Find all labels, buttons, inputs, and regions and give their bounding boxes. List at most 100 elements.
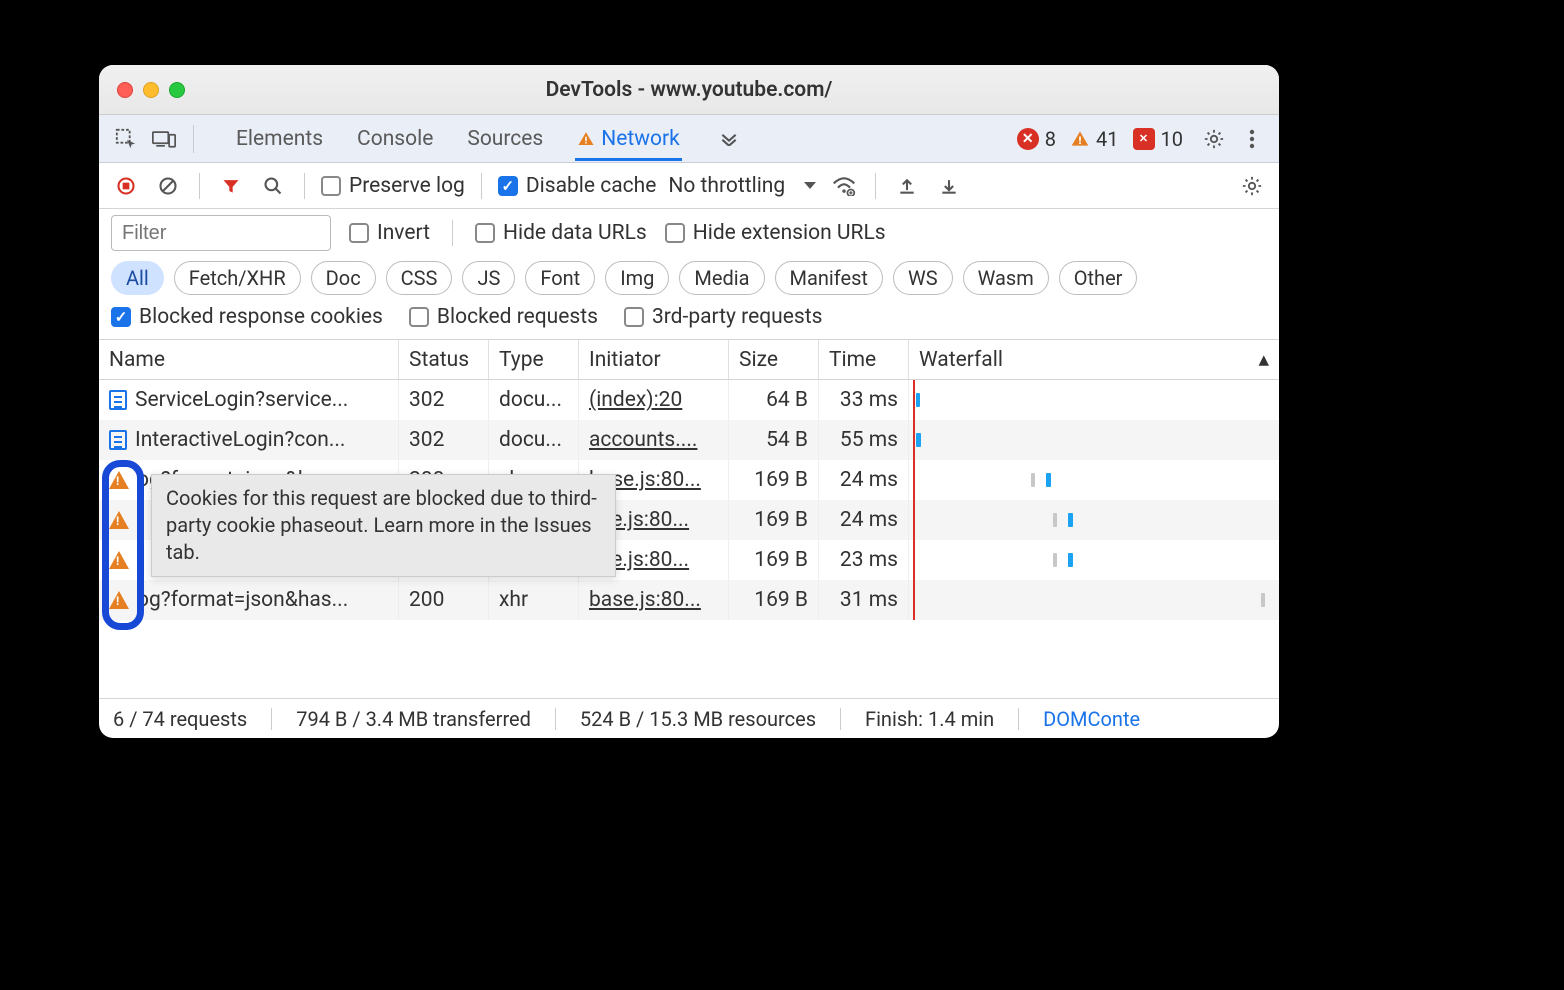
col-status[interactable]: Status <box>399 340 489 379</box>
chip-ws[interactable]: WS <box>893 261 953 295</box>
waterfall-load-line <box>913 580 915 620</box>
warning-triangle-icon <box>109 471 129 489</box>
divider <box>199 173 200 199</box>
waterfall-bar <box>1068 553 1073 567</box>
chip-img[interactable]: Img <box>605 261 669 295</box>
cell-size: 54 B <box>729 420 819 460</box>
tab-network-label: Network <box>601 127 680 151</box>
filter-icon[interactable] <box>216 171 246 201</box>
initiator-link[interactable]: (index):20 <box>589 388 682 412</box>
waterfall-load-line <box>913 500 915 540</box>
divider <box>840 708 841 730</box>
settings-icon[interactable] <box>1197 122 1231 156</box>
cell-time: 55 ms <box>819 420 909 460</box>
chip-js[interactable]: JS <box>462 261 515 295</box>
waterfall-bar <box>1068 513 1073 527</box>
record-button[interactable] <box>111 171 141 201</box>
table-row[interactable]: ServiceLogin?service... 302docu... (index)… <box>99 380 1279 420</box>
preserve-log-checkbox[interactable]: Preserve log <box>321 174 465 198</box>
chip-all[interactable]: All <box>111 261 164 295</box>
filter-input[interactable] <box>111 215 331 251</box>
checkbox-icon <box>665 223 685 243</box>
blocked-requests-checkbox[interactable]: Blocked requests <box>409 305 598 329</box>
cell-waterfall <box>909 580 1279 620</box>
col-type[interactable]: Type <box>489 340 579 379</box>
cell-name: InteractiveLogin?con... <box>99 420 399 460</box>
initiator-link[interactable]: accounts.... <box>589 428 697 452</box>
table-row[interactable]: InteractiveLogin?con...302docu...account… <box>99 420 1279 460</box>
tab-elements[interactable]: Elements <box>234 117 325 161</box>
chip-manifest[interactable]: Manifest <box>775 261 883 295</box>
divider <box>304 173 305 199</box>
warning-triangle-icon <box>109 591 129 609</box>
initiator-link[interactable]: base.js:80... <box>589 588 701 612</box>
tab-sources[interactable]: Sources <box>465 117 545 161</box>
clear-button[interactable] <box>153 171 183 201</box>
divider <box>481 173 482 199</box>
chip-doc[interactable]: Doc <box>311 261 376 295</box>
chip-media[interactable]: Media <box>679 261 764 295</box>
device-toggle-icon[interactable] <box>147 122 181 156</box>
error-count[interactable]: ✕ 8 <box>1017 127 1056 151</box>
upload-har-icon[interactable] <box>892 171 922 201</box>
throttling-select[interactable]: No throttling <box>668 174 817 198</box>
chip-fetch-xhr[interactable]: Fetch/XHR <box>174 261 301 295</box>
issue-counts[interactable]: ✕ 8 41 ✕ 10 <box>1017 127 1183 151</box>
tab-network[interactable]: Network <box>575 117 682 161</box>
inspect-element-icon[interactable] <box>109 122 143 156</box>
hide-extension-urls-checkbox[interactable]: Hide extension URLs <box>665 221 886 245</box>
cell-waterfall <box>909 460 1279 500</box>
checkbox-icon <box>624 307 644 327</box>
divider <box>875 173 876 199</box>
col-time[interactable]: Time <box>819 340 909 379</box>
col-initiator[interactable]: Initiator <box>579 340 729 379</box>
message-count[interactable]: ✕ 10 <box>1133 127 1183 151</box>
cell-status: 302 <box>399 380 489 420</box>
request-name: ServiceLogin?service... <box>135 388 348 412</box>
divider <box>193 125 194 153</box>
close-button[interactable] <box>117 82 133 98</box>
divider <box>452 220 453 246</box>
status-bar: 6 / 74 requests 794 B / 3.4 MB transferr… <box>99 698 1279 738</box>
col-name[interactable]: Name <box>99 340 399 379</box>
network-settings-icon[interactable] <box>1237 171 1267 201</box>
checkbox-icon <box>321 176 341 196</box>
cell-type: docu... <box>489 380 579 420</box>
minimize-button[interactable] <box>143 82 159 98</box>
hide-data-urls-checkbox[interactable]: Hide data URLs <box>475 221 647 245</box>
cookie-blocked-tooltip: Cookies for this request are blocked due… <box>151 474 616 577</box>
cell-size: 169 B <box>729 540 819 580</box>
download-har-icon[interactable] <box>934 171 964 201</box>
window-title: DevTools - www.youtube.com/ <box>99 78 1279 102</box>
waterfall-load-line <box>913 460 915 500</box>
cell-time: 31 ms <box>819 580 909 620</box>
warning-count[interactable]: 41 <box>1070 127 1118 151</box>
chip-css[interactable]: CSS <box>386 261 453 295</box>
status-domcontent[interactable]: DOMConte <box>1043 707 1140 731</box>
col-waterfall[interactable]: Waterfall▴ <box>909 340 1279 379</box>
search-icon[interactable] <box>258 171 288 201</box>
chip-wasm[interactable]: Wasm <box>963 261 1049 295</box>
network-conditions-icon[interactable] <box>829 171 859 201</box>
third-party-requests-checkbox[interactable]: 3rd-party requests <box>624 305 822 329</box>
disable-cache-checkbox[interactable]: Disable cache <box>498 174 657 198</box>
tab-console[interactable]: Console <box>355 117 435 161</box>
cell-waterfall <box>909 420 1279 460</box>
warning-triangle-icon <box>109 551 129 569</box>
waterfall-load-line <box>913 380 915 420</box>
table-row[interactable]: og?format=json&has...200xhrbase.js:80...… <box>99 580 1279 620</box>
status-transferred: 794 B / 3.4 MB transferred <box>296 707 531 731</box>
more-tabs-icon[interactable] <box>712 122 746 156</box>
chip-other[interactable]: Other <box>1059 261 1138 295</box>
invert-checkbox[interactable]: Invert <box>349 221 430 245</box>
chip-font[interactable]: Font <box>525 261 595 295</box>
divider <box>271 708 272 730</box>
col-size[interactable]: Size <box>729 340 819 379</box>
checkbox-icon <box>349 223 369 243</box>
window-controls <box>117 82 185 98</box>
blocked-response-cookies-checkbox[interactable]: Blocked response cookies <box>111 305 383 329</box>
cell-time: 24 ms <box>819 460 909 500</box>
maximize-button[interactable] <box>169 82 185 98</box>
sort-indicator-icon: ▴ <box>1258 347 1269 372</box>
kebab-menu-icon[interactable] <box>1235 122 1269 156</box>
